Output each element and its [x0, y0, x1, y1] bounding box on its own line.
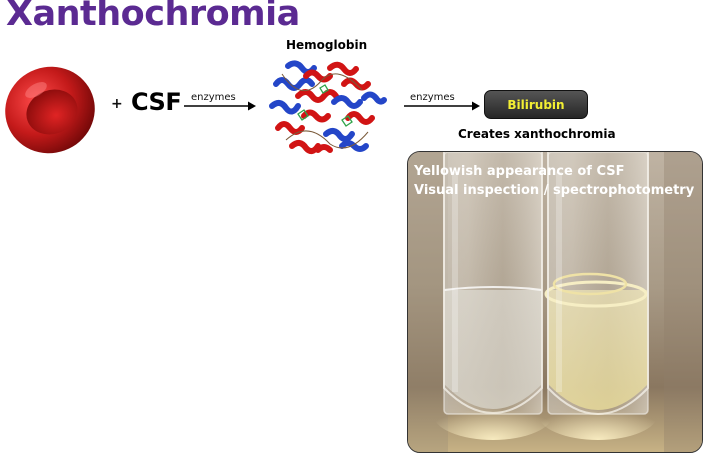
photo-caption-line2: Visual inspection / spectrophotometry: [414, 183, 695, 198]
arrow-right-icon: [404, 101, 480, 111]
bilirubin-box: Bilirubin: [484, 90, 588, 119]
hemoglobin-label: Hemoglobin: [286, 38, 368, 52]
bilirubin-label: Bilirubin: [507, 97, 565, 112]
creates-xanthochromia-caption: Creates xanthochromia: [458, 127, 616, 141]
arrow-right-icon: [184, 101, 256, 111]
csf-tubes-photo: Yellowish appearance of CSF Visual inspe…: [407, 151, 703, 453]
red-blood-cell-image: [5, 66, 95, 154]
plus-sign: +: [111, 96, 123, 112]
csf-label: CSF: [131, 88, 182, 116]
hemoglobin-structure-image: [269, 60, 387, 154]
photo-caption-line1: Yellowish appearance of CSF: [414, 164, 625, 179]
slide-title: Xanthochromia: [6, 0, 300, 34]
